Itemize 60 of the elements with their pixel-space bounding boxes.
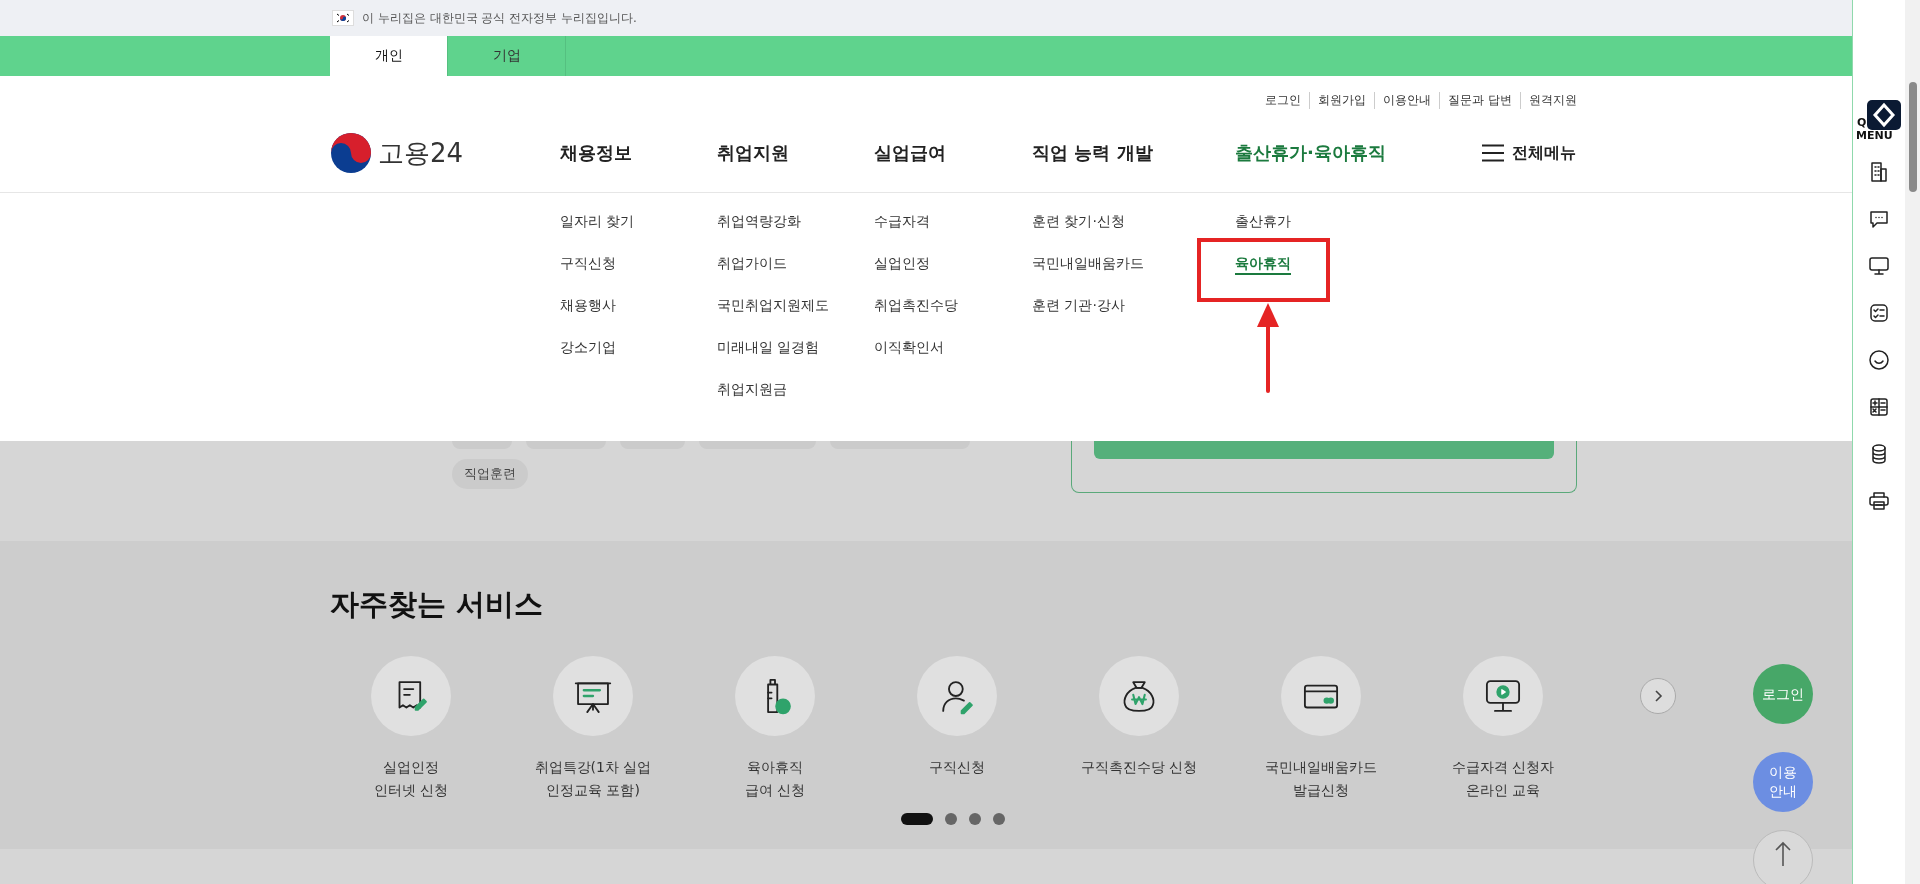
utility-link[interactable]: 질문과 답변 bbox=[1439, 91, 1520, 109]
smiley-icon[interactable] bbox=[1867, 348, 1891, 372]
section-title: 자주찾는 서비스 bbox=[330, 586, 544, 623]
quick-menu-label: Q bbox=[1857, 116, 1867, 129]
next-button[interactable] bbox=[1640, 678, 1676, 714]
nav-menu-item[interactable]: 채용정보 bbox=[560, 142, 632, 163]
page-dot[interactable] bbox=[993, 813, 1005, 825]
all-menu-button[interactable]: 전체메뉴 bbox=[1482, 142, 1576, 164]
submenu-link[interactable]: 일자리 찾기 bbox=[560, 211, 717, 253]
nav-menu-item[interactable]: 실업급여 bbox=[874, 142, 946, 163]
submenu-link[interactable]: 수급자격 bbox=[874, 211, 1032, 253]
checklist-icon[interactable] bbox=[1867, 301, 1891, 325]
submenu-link[interactable]: 출산휴가 bbox=[1235, 211, 1435, 253]
page-dot[interactable] bbox=[945, 813, 957, 825]
submenu-link[interactable]: 훈련 찾기·신청 bbox=[1032, 211, 1235, 253]
submenu-link[interactable]: 취업지원금 bbox=[717, 379, 874, 421]
logo-icon bbox=[330, 132, 372, 174]
service-shortcut[interactable]: 국민내일배움카드 발급신청 bbox=[1230, 656, 1412, 802]
utility-link[interactable]: 로그인 bbox=[1257, 91, 1310, 109]
diamond-logo-icon bbox=[1867, 100, 1901, 130]
nav-menu-item[interactable]: 취업지원 bbox=[717, 142, 789, 163]
submenu-link[interactable]: 훈련 기관·강사 bbox=[1032, 295, 1235, 337]
arrow-up-icon bbox=[1775, 841, 1791, 867]
utility-link[interactable]: 회원가입 bbox=[1309, 91, 1375, 109]
submenu-link[interactable]: 취업촉진수당 bbox=[874, 295, 1032, 337]
service-shortcut[interactable]: 구직신청 bbox=[866, 656, 1048, 802]
service-shortcut[interactable]: 취업특강(1차 실업 인정교육 포함) bbox=[502, 656, 684, 802]
menu-icon bbox=[1482, 144, 1504, 162]
service-shortcut[interactable]: 수급자격 신청자 온라인 교육 bbox=[1412, 656, 1594, 802]
logo-text[interactable]: 고용24 bbox=[378, 135, 464, 171]
monitor-icon[interactable] bbox=[1867, 254, 1891, 278]
scrollbar[interactable] bbox=[1905, 0, 1920, 884]
page-dot[interactable] bbox=[969, 813, 981, 825]
submenu-link[interactable]: 국민내일배움카드 bbox=[1032, 253, 1235, 295]
submenu-link[interactable]: 미래내일 일경험 bbox=[717, 337, 874, 379]
scrollbar-thumb[interactable] bbox=[1909, 82, 1917, 192]
utility-link[interactable]: 원격지원 bbox=[1520, 91, 1577, 109]
submenu-link[interactable]: 이직확인서 bbox=[874, 337, 1032, 379]
submenu-link[interactable]: 실업인정 bbox=[874, 253, 1032, 295]
nav-menu-item[interactable]: 출산휴가·육아휴직 bbox=[1235, 142, 1386, 163]
service-shortcut[interactable]: 구직촉진수당 신청 bbox=[1048, 656, 1230, 802]
service-shortcut[interactable]: 실업인정 인터넷 신청 bbox=[320, 656, 502, 802]
submenu-link[interactable]: 국민취업지원제도 bbox=[717, 295, 874, 337]
chevron-right-icon bbox=[1652, 689, 1664, 703]
flag-icon bbox=[332, 10, 354, 26]
quick-menu-label: MENU bbox=[1856, 129, 1893, 142]
printer-icon[interactable] bbox=[1867, 489, 1891, 513]
submenu-link[interactable]: 구직신청 bbox=[560, 253, 717, 295]
submenu-link[interactable]: 취업가이드 bbox=[717, 253, 874, 295]
service-shortcut[interactable]: 육아휴직 급여 신청 bbox=[684, 656, 866, 802]
banner-text: 이 누리집은 대한민국 공식 전자정부 누리집입니다. bbox=[362, 9, 637, 27]
submenu-link[interactable]: 강소기업 bbox=[560, 337, 717, 379]
submenu-link[interactable]: 채용행사 bbox=[560, 295, 717, 337]
tag-chip[interactable]: 직업훈련 bbox=[452, 459, 528, 489]
audience-tab[interactable]: 개인 bbox=[330, 36, 448, 76]
utility-link[interactable]: 이용안내 bbox=[1374, 91, 1440, 109]
submenu-link[interactable]: 취업역량강화 bbox=[717, 211, 874, 253]
nav-menu-item[interactable]: 직업 능력 개발 bbox=[1032, 142, 1153, 163]
submenu-link[interactable]: 육아휴직 bbox=[1235, 253, 1435, 295]
calculator-icon[interactable] bbox=[1867, 395, 1891, 419]
